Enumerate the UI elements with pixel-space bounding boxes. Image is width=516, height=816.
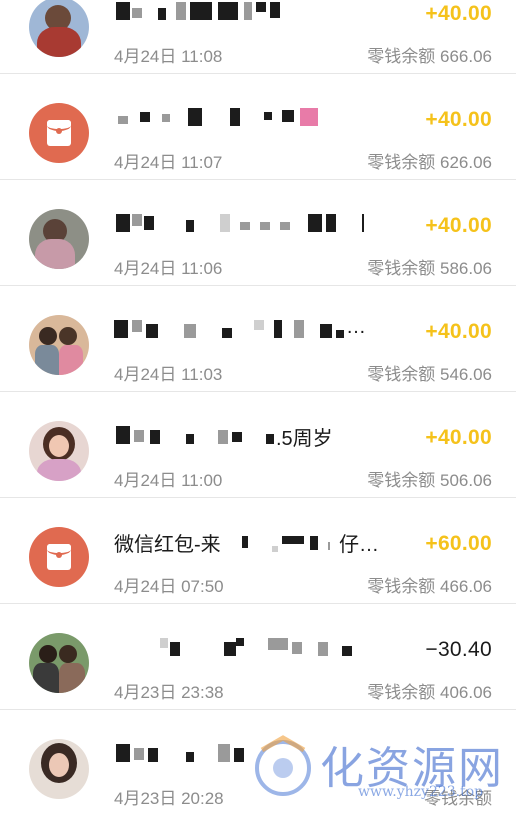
transaction-row[interactable]: .5周岁 4月24日 11:00 +40.00 零钱余额 506.06 [0,392,516,498]
transaction-time: 4月24日 11:06 [114,259,223,278]
balance-after: 零钱余额 586.06 [367,259,492,278]
photo-avatar-icon [29,739,89,799]
transaction-amount: +40.00 [425,2,492,25]
redacted-name [114,320,344,338]
transaction-title [114,104,394,132]
transaction-time: 4月24日 07:50 [114,577,224,596]
redacted-name [242,532,332,552]
balance-after: 零钱余额 626.06 [367,153,492,172]
balance-after: 零钱余额 406.06 [367,683,492,702]
transaction-row[interactable]: 4月23日 23:38 −30.40 零钱余额 406.06 [0,604,516,710]
transaction-title [114,0,394,26]
redacted-name [114,214,364,232]
transaction-time: 4月24日 11:08 [114,47,223,66]
redacted-name [114,426,274,444]
transaction-time: 4月24日 11:07 [114,153,223,172]
balance-after: 零钱余额 546.06 [367,365,492,384]
transaction-row[interactable]: 微信红包-来 仔… 4月24日 07:50 +60.00 零钱余额 466.06 [0,498,516,604]
balance-after: 零钱余额 506.06 [367,471,492,490]
transaction-row[interactable]: 4月24日 11:08 +40.00 零钱余额 666.06 [0,0,516,74]
transaction-list: 4月24日 11:08 +40.00 零钱余额 666.06 4月24日 11:… [0,0,516,816]
transaction-amount: −30.40 [425,638,492,661]
watermark-url: www.yhzy223.top [358,784,484,800]
photo-avatar-icon [29,315,89,375]
transaction-row[interactable]: 4月24日 11:06 +40.00 零钱余额 586.06 [0,180,516,286]
transaction-amount: +40.00 [425,214,492,237]
transaction-title: … [114,316,394,344]
photo-avatar-icon [29,633,89,693]
watermark-logo-icon [255,735,311,796]
photo-avatar-icon [29,421,89,481]
transaction-title: 微信红包-来 仔… [114,532,379,556]
transaction-title [114,210,394,238]
transaction-row[interactable]: 4月24日 11:07 +40.00 零钱余额 626.06 [0,74,516,180]
site-watermark: 化资源网 www.yhzy223.top [248,726,508,806]
balance-after: 零钱余额 666.06 [367,47,492,66]
redacted-name [114,2,364,20]
transaction-amount: +40.00 [425,320,492,343]
transaction-time: 4月24日 11:03 [114,365,223,384]
transaction-amount: +60.00 [425,532,492,555]
transaction-time: 4月23日 23:38 [114,683,224,702]
transaction-title: .5周岁 [114,422,394,450]
transaction-time: 4月23日 20:28 [114,789,224,808]
red-packet-icon [29,527,89,587]
redacted-name [114,638,364,656]
transaction-amount: +40.00 [425,108,492,131]
transaction-amount: +40.00 [425,426,492,449]
red-packet-icon [29,103,89,163]
balance-after: 零钱余额 466.06 [367,577,492,596]
transaction-title [114,634,394,662]
transaction-row[interactable]: … 4月24日 11:03 +40.00 零钱余额 546.06 [0,286,516,392]
photo-avatar-icon [29,0,89,57]
photo-avatar-icon [29,209,89,269]
redacted-name [114,108,364,126]
transaction-time: 4月24日 11:00 [114,471,223,490]
